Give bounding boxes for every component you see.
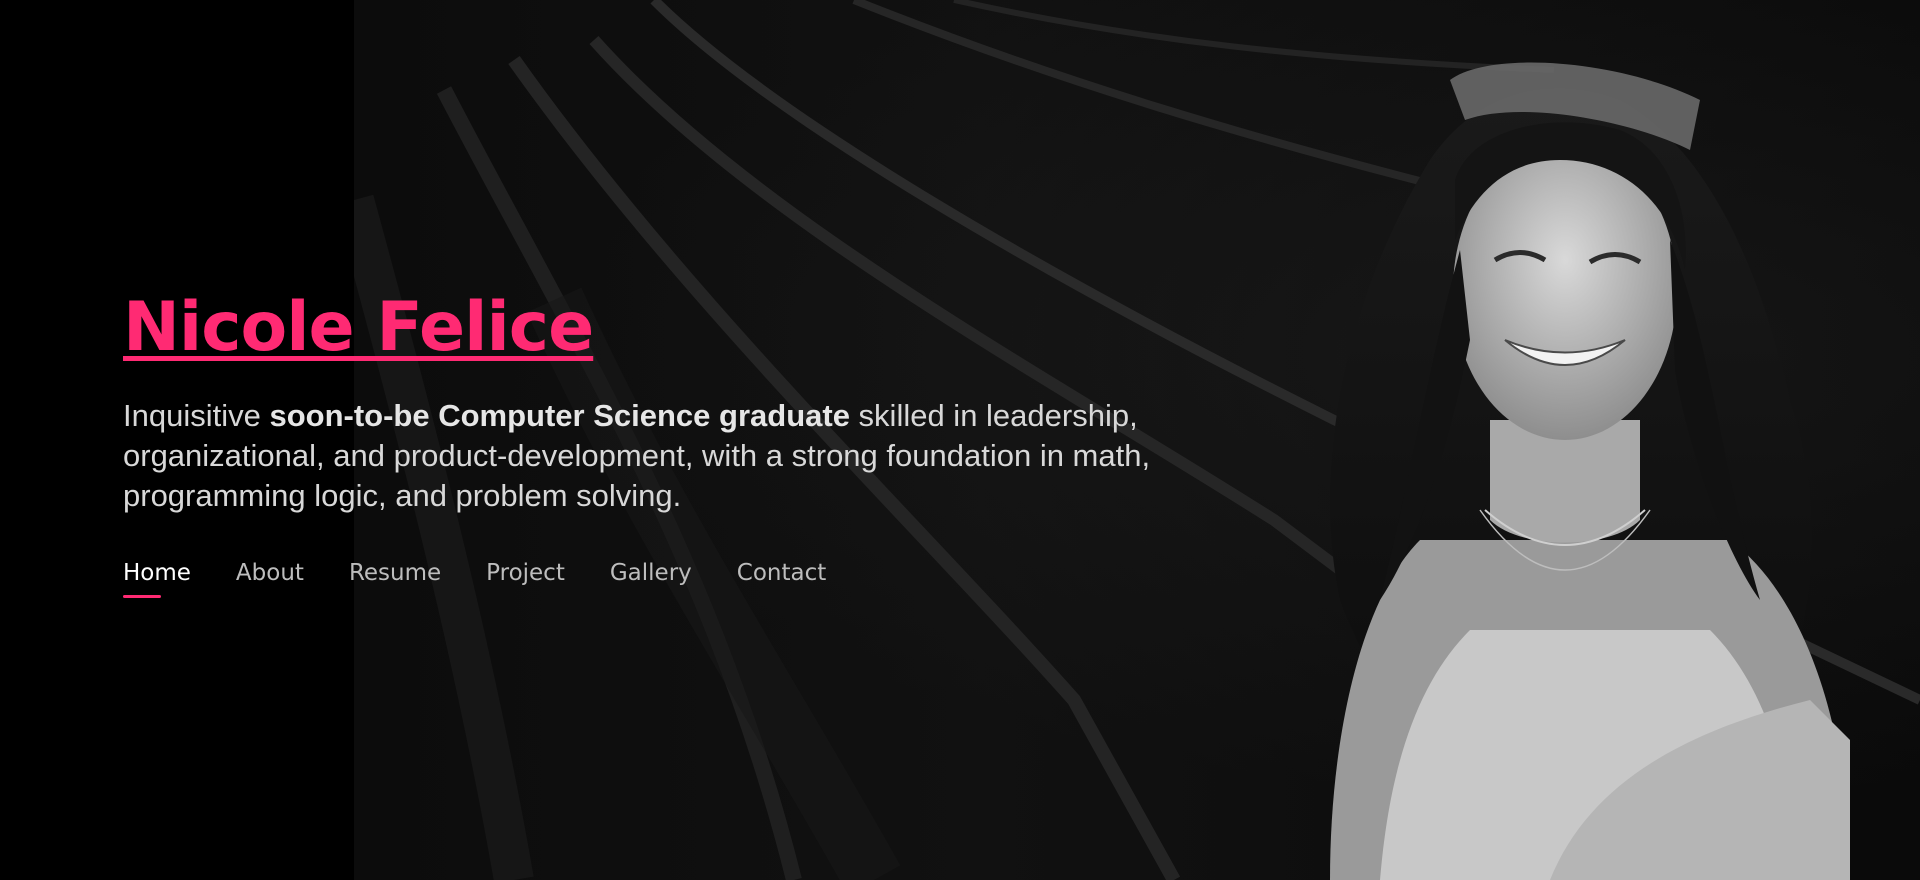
nav-item-contact[interactable]: Contact <box>737 560 826 596</box>
tagline-intro: Inquisitive <box>123 398 270 433</box>
main-nav: Home About Resume Project Gallery Contac… <box>123 560 1173 598</box>
tagline-highlight: soon-to-be Computer Science graduate <box>269 398 850 433</box>
nav-item-about[interactable]: About <box>236 560 304 596</box>
portrait-photo <box>1330 62 1850 880</box>
nav-item-home[interactable]: Home <box>123 560 191 598</box>
hero-content: Nicole Felice Inquisitive soon-to-be Com… <box>123 288 1173 598</box>
hero-tagline: Inquisitive soon-to-be Computer Science … <box>123 396 1173 516</box>
nav-item-gallery[interactable]: Gallery <box>610 560 692 596</box>
nav-item-project[interactable]: Project <box>486 560 565 596</box>
nav-item-resume[interactable]: Resume <box>349 560 441 596</box>
hero-section: Nicole Felice Inquisitive soon-to-be Com… <box>0 0 1920 880</box>
hero-name-link[interactable]: Nicole Felice <box>123 288 1173 368</box>
